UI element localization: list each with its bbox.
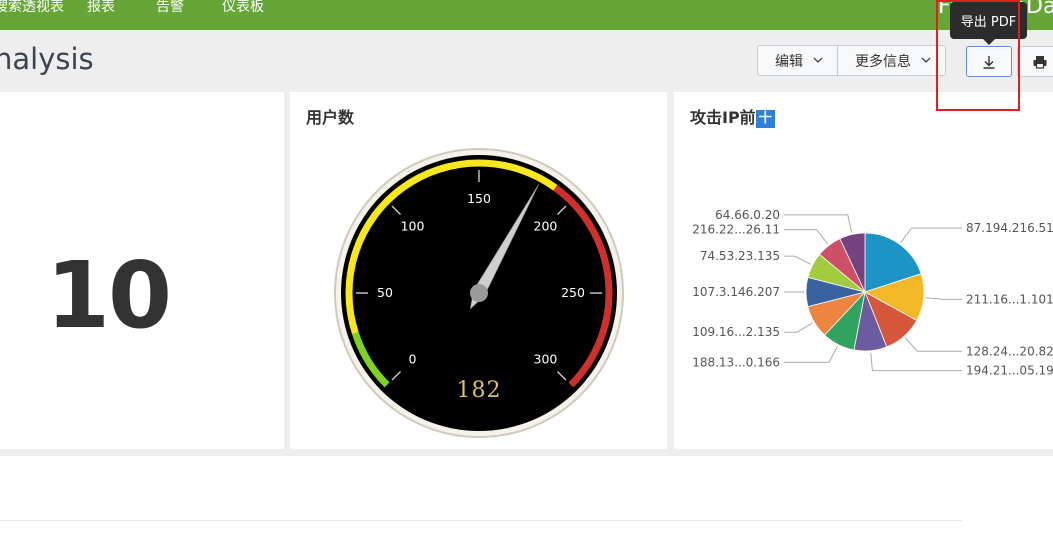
pie-leader-1 xyxy=(925,297,962,300)
speedometer-gauge: 0 50 100 150 200 250 300 182 xyxy=(334,148,624,438)
gauge-panel: 用户数 0 50 100 150 200 250 300 182 xyxy=(290,92,667,449)
pie-leader-4 xyxy=(784,346,838,363)
pie-panel: 攻击IP前十 87.194.216.51 211.16...1.101 128.24… xyxy=(674,92,1053,449)
gauge-tick-label-5: 250 xyxy=(561,285,585,300)
single-value-number: 10 xyxy=(46,242,172,349)
gauge-tick-label-4: 200 xyxy=(534,219,558,234)
pie-label-0: 87.194.216.51 xyxy=(966,221,1053,235)
nav-item-pivot[interactable]: 搜索透视表 xyxy=(0,0,64,16)
gauge-tick-label-0: 0 xyxy=(409,351,417,366)
attack-ip-pie-chart: 87.194.216.51 211.16...1.101 128.24...20.8… xyxy=(692,208,1053,378)
single-value-panel: 10 xyxy=(0,92,284,449)
nav-item-dashboards[interactable]: 仪表板 xyxy=(222,0,264,16)
more-info-button[interactable]: 更多信息 xyxy=(837,46,945,75)
pie-leader-2 xyxy=(904,337,962,352)
pie-label-3: 194.21...05.19 xyxy=(966,364,1053,378)
pie-leader-7 xyxy=(784,255,811,265)
pie-label-5: 109.16...2.135 xyxy=(692,325,780,339)
pie-leader-0 xyxy=(900,227,962,243)
nav-item-reports[interactable]: 报表 xyxy=(87,0,115,16)
pie-label-2: 128.24...20.82 xyxy=(966,344,1053,358)
edit-button-label: 编辑 xyxy=(775,53,803,70)
highlight-annotation xyxy=(936,0,1020,111)
pie-label-7: 74.53.23.135 xyxy=(700,249,780,263)
pie-leader-8 xyxy=(784,229,829,245)
dashboard-header: nalysis 编辑 更多信息 xyxy=(0,30,1053,92)
pie-leader-3 xyxy=(870,352,962,372)
bottom-panel xyxy=(0,456,1053,543)
gauge-needle-hub xyxy=(470,284,488,302)
pie-label-8: 216.22...26.11 xyxy=(692,223,780,237)
chevron-down-icon xyxy=(813,57,823,63)
gauge-tick-label-3: 150 xyxy=(467,191,491,206)
print-button[interactable] xyxy=(1017,46,1053,77)
top-nav: 搜索透视表 报表 告警 仪表板 FromainData xyxy=(0,0,1053,30)
gauge-tick-label-2: 100 xyxy=(401,219,425,234)
chevron-down-icon xyxy=(921,57,931,63)
gauge-tick-label-1: 50 xyxy=(377,285,393,300)
more-info-button-label: 更多信息 xyxy=(855,53,911,70)
gauge-value-label: 182 xyxy=(457,378,502,403)
gauge-tick-label-6: 300 xyxy=(534,351,558,366)
pie-label-1: 211.16...1.101 xyxy=(966,292,1053,306)
pie-label-9: 64.66.0.20 xyxy=(715,208,780,222)
action-button-group: 编辑 更多信息 xyxy=(757,45,946,76)
pie-leader-5 xyxy=(784,322,813,333)
pie-label-4: 188.13...0.166 xyxy=(692,355,780,369)
page-title: nalysis xyxy=(0,42,94,76)
nav-item-alerts[interactable]: 告警 xyxy=(156,0,184,16)
printer-icon xyxy=(1033,55,1047,69)
pie-label-6: 107.3.146.207 xyxy=(692,285,780,299)
edit-button[interactable]: 编辑 xyxy=(758,46,837,75)
divider xyxy=(0,520,962,521)
